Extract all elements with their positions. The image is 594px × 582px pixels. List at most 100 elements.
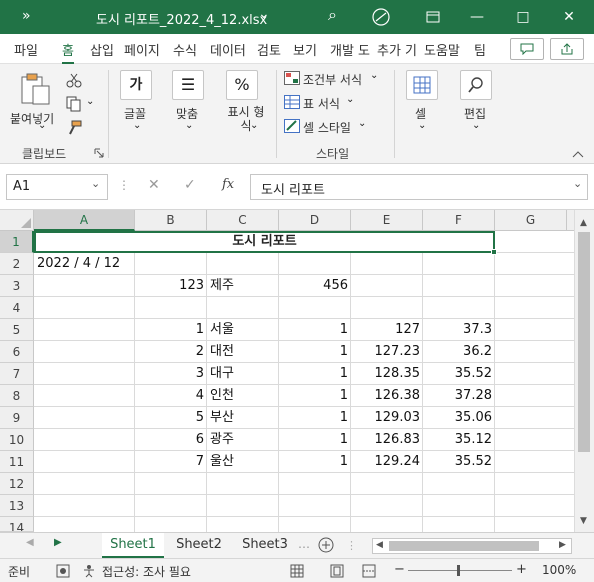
row-header-12[interactable]: 12 bbox=[0, 473, 34, 495]
copy-dropdown-icon[interactable]: ⌄ bbox=[86, 96, 94, 107]
cell-c3[interactable]: 제주 bbox=[207, 275, 279, 297]
number-format-dropdown-icon[interactable]: ⌄ bbox=[250, 120, 258, 131]
cell-c6[interactable]: 대전 bbox=[207, 341, 279, 363]
enter-icon[interactable]: ✓ bbox=[184, 177, 196, 193]
cell-b8[interactable]: 4 bbox=[135, 385, 207, 407]
cell-f7[interactable]: 35.52 bbox=[423, 363, 495, 385]
cell-c9[interactable]: 부산 bbox=[207, 407, 279, 429]
more-sheets-icon[interactable]: … bbox=[298, 537, 310, 551]
cell-d11[interactable]: 1 bbox=[279, 451, 351, 473]
cell-f6[interactable]: 36.2 bbox=[423, 341, 495, 363]
cell-e8[interactable]: 126.38 bbox=[351, 385, 423, 407]
cells-dropdown-icon[interactable]: ⌄ bbox=[418, 120, 426, 131]
scroll-up-icon[interactable]: ▲ bbox=[580, 218, 587, 228]
tab-review[interactable]: 검토 bbox=[257, 40, 281, 59]
row-header-6[interactable]: 6 bbox=[0, 341, 34, 363]
scroll-down-icon[interactable]: ▼ bbox=[580, 516, 587, 526]
cell-f5[interactable]: 37.3 bbox=[423, 319, 495, 341]
title-dropdown-icon[interactable]: ⌄ bbox=[258, 6, 270, 22]
cell-e10[interactable]: 126.83 bbox=[351, 429, 423, 451]
zoom-in-icon[interactable]: + bbox=[516, 562, 527, 577]
format-painter-icon[interactable] bbox=[66, 120, 82, 136]
tab-team[interactable]: 팀 bbox=[474, 40, 486, 59]
cell-b6[interactable]: 2 bbox=[135, 341, 207, 363]
cell-d3[interactable]: 456 bbox=[279, 275, 351, 297]
cell-c5[interactable]: 서울 bbox=[207, 319, 279, 341]
insert-function-button[interactable]: fx bbox=[222, 177, 234, 192]
cell-styles-dropdown-icon[interactable]: ⌄ bbox=[358, 118, 366, 129]
copy-icon[interactable] bbox=[66, 96, 82, 112]
add-sheet-icon[interactable] bbox=[318, 537, 334, 553]
table-format-dropdown-icon[interactable]: ⌄ bbox=[346, 94, 354, 105]
search-icon[interactable]: ⌕ bbox=[328, 5, 337, 25]
cell-styles-button[interactable]: 셀 스타일 bbox=[303, 119, 351, 136]
cell-d9[interactable]: 1 bbox=[279, 407, 351, 429]
column-header-d[interactable]: D bbox=[279, 210, 351, 231]
zoom-slider[interactable] bbox=[408, 570, 512, 571]
cell-c7[interactable]: 대구 bbox=[207, 363, 279, 385]
row-header-9[interactable]: 9 bbox=[0, 407, 34, 429]
conditional-format-dropdown-icon[interactable]: ⌄ bbox=[370, 70, 378, 81]
page-layout-view-icon[interactable] bbox=[330, 564, 344, 578]
font-dropdown-icon[interactable]: ⌄ bbox=[133, 120, 141, 131]
sheet-tab-1[interactable]: Sheet1 bbox=[102, 533, 164, 558]
horizontal-scroll-thumb[interactable] bbox=[389, 541, 539, 551]
clipboard-launcher-icon[interactable] bbox=[94, 148, 104, 158]
editing-dropdown-icon[interactable]: ⌄ bbox=[472, 120, 480, 131]
accessibility-status[interactable]: 접근성: 조사 필요 bbox=[102, 563, 191, 580]
cell-a2-date[interactable]: 2022 / 4 / 12 bbox=[34, 253, 174, 275]
cell-b3[interactable]: 123 bbox=[135, 275, 207, 297]
cell-d8[interactable]: 1 bbox=[279, 385, 351, 407]
collapse-ribbon-icon[interactable] bbox=[572, 150, 584, 158]
cancel-icon[interactable]: ✕ bbox=[148, 177, 160, 193]
paste-dropdown-icon[interactable]: ⌄ bbox=[38, 120, 46, 131]
quick-access-overflow-icon[interactable]: » bbox=[22, 8, 31, 24]
select-all-button[interactable] bbox=[0, 210, 34, 231]
cell-e11[interactable]: 129.24 bbox=[351, 451, 423, 473]
row-header-8[interactable]: 8 bbox=[0, 385, 34, 407]
row-header-1[interactable]: 1 bbox=[0, 231, 34, 253]
row-header-5[interactable]: 5 bbox=[0, 319, 34, 341]
cell-d6[interactable]: 1 bbox=[279, 341, 351, 363]
name-box[interactable]: A1 ⌄ bbox=[6, 174, 108, 200]
cell-d7[interactable]: 1 bbox=[279, 363, 351, 385]
tab-view[interactable]: 보기 bbox=[293, 40, 317, 59]
conditional-format-button[interactable]: 조건부 서식 bbox=[303, 71, 362, 88]
tab-data[interactable]: 데이터 bbox=[210, 40, 246, 59]
vertical-scrollbar[interactable]: ▲ ▼ bbox=[574, 210, 594, 532]
font-group-button[interactable]: 가 bbox=[120, 70, 152, 100]
tab-insert[interactable]: 삽입 bbox=[90, 40, 114, 59]
cell-e9[interactable]: 129.03 bbox=[351, 407, 423, 429]
next-sheet-icon[interactable]: ▶ bbox=[54, 537, 62, 548]
minimize-button[interactable]: — bbox=[462, 6, 492, 28]
prev-sheet-icon[interactable]: ◀ bbox=[26, 537, 34, 548]
row-header-11[interactable]: 11 bbox=[0, 451, 34, 473]
cells-group-button[interactable] bbox=[406, 70, 438, 100]
cell-e5[interactable]: 127 bbox=[351, 319, 423, 341]
tab-developer[interactable]: 개발 도 bbox=[330, 40, 370, 59]
restore-button[interactable]: □ bbox=[508, 6, 538, 28]
alignment-group-button[interactable]: ☰ bbox=[172, 70, 204, 100]
share-button[interactable] bbox=[550, 38, 584, 60]
expand-formula-icon[interactable]: ⌄ bbox=[573, 177, 582, 190]
cell-b5[interactable]: 1 bbox=[135, 319, 207, 341]
cell-f8[interactable]: 37.28 bbox=[423, 385, 495, 407]
cell-c11[interactable]: 울산 bbox=[207, 451, 279, 473]
scroll-right-icon[interactable]: ▶ bbox=[559, 540, 566, 550]
cell-b7[interactable]: 3 bbox=[135, 363, 207, 385]
table-format-button[interactable]: 표 서식 bbox=[303, 95, 340, 112]
tab-split-grip-icon[interactable]: ⋮ bbox=[346, 539, 357, 552]
zoom-level[interactable]: 100% bbox=[542, 563, 576, 577]
cell-f9[interactable]: 35.06 bbox=[423, 407, 495, 429]
formula-input[interactable]: 도시 리포트 ⌄ bbox=[250, 174, 588, 200]
column-header-e[interactable]: E bbox=[351, 210, 423, 231]
column-header-c[interactable]: C bbox=[207, 210, 279, 231]
column-header-b[interactable]: B bbox=[135, 210, 207, 231]
horizontal-scrollbar[interactable]: ◀ ▶ bbox=[372, 538, 572, 554]
alignment-dropdown-icon[interactable]: ⌄ bbox=[185, 120, 193, 131]
cell-e7[interactable]: 128.35 bbox=[351, 363, 423, 385]
tab-file[interactable]: 파일 bbox=[14, 40, 38, 59]
cell-e6[interactable]: 127.23 bbox=[351, 341, 423, 363]
column-header-a[interactable]: A bbox=[34, 210, 135, 231]
macro-record-icon[interactable] bbox=[56, 564, 70, 578]
